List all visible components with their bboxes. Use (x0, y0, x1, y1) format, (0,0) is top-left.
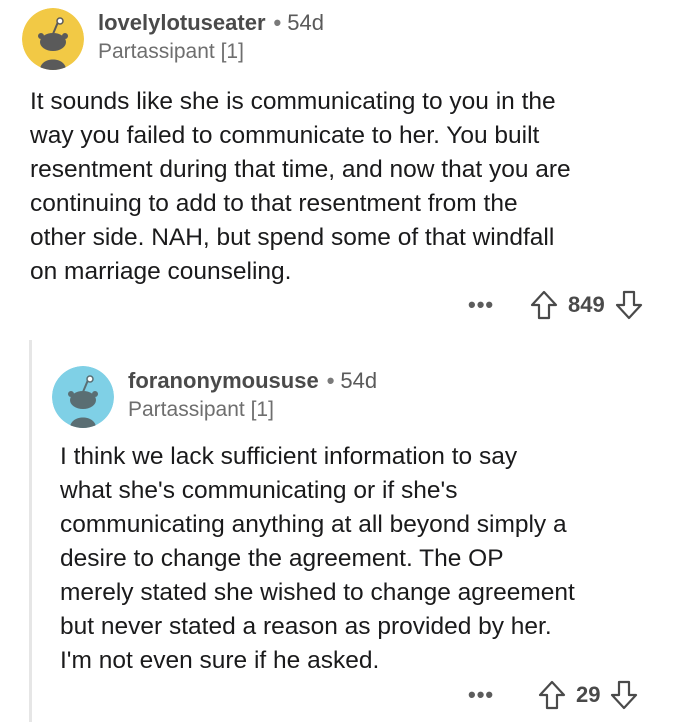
vote-score: 29 (576, 682, 601, 707)
downvote-icon[interactable] (610, 680, 638, 710)
comment-line: desire to change the agreement. The OP (60, 545, 504, 572)
snoo-avatar-icon (52, 366, 114, 428)
reply-comment: foranonymoususe • 54d Partassipant [1] I t… (0, 0, 700, 722)
more-options-button[interactable]: ••• (468, 682, 508, 708)
comment-line: I think we lack sufficient information t… (60, 443, 518, 470)
comment-actions: ••• 29 (468, 680, 638, 710)
comment-line: but never stated a reason as provided by… (60, 613, 552, 640)
comment-body: I think we lack sufficient information t… (60, 440, 575, 678)
comment-line: what she's communicating or if she's (60, 477, 458, 504)
comment-line: I'm not even sure if he asked. (60, 647, 380, 674)
comment-age: 54d (340, 368, 378, 393)
separator-dot: • (326, 368, 335, 393)
avatar[interactable] (52, 366, 114, 428)
username-text[interactable]: foranonymoususe (128, 368, 319, 393)
comment-line: merely stated she wished to change agree… (60, 579, 575, 606)
upvote-icon[interactable] (538, 680, 566, 710)
comment-author[interactable]: foranonymoususe • 54d (128, 368, 377, 394)
comment-line: communicating anything at all beyond sim… (60, 511, 567, 538)
user-flair: Partassipant [1] (128, 398, 274, 421)
